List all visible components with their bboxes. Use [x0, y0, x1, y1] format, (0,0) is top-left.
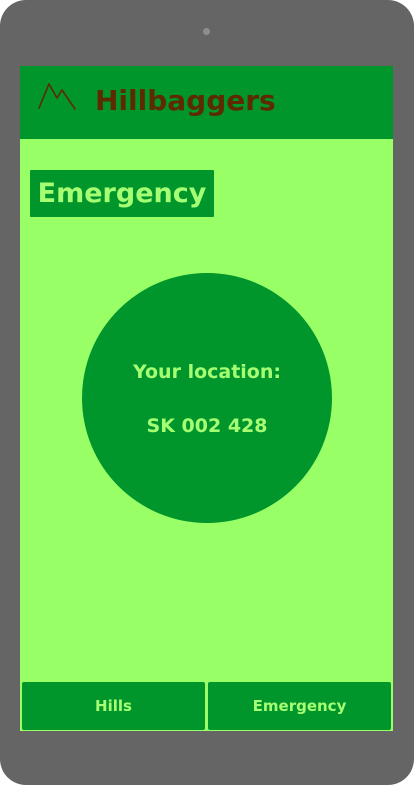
location-display: Your location: SK 002 428	[82, 273, 332, 523]
location-label: Your location:	[132, 361, 281, 383]
mountain-icon	[38, 80, 80, 112]
nav-hills-button[interactable]: Hills	[22, 682, 205, 730]
app-screen: Hillbaggers Emergency Your location: SK …	[20, 66, 393, 731]
app-title: Hillbaggers	[95, 84, 276, 117]
grid-reference-value: SK 002 428	[146, 415, 268, 437]
nav-emergency-button[interactable]: Emergency	[208, 682, 391, 730]
camera-dot	[203, 28, 210, 35]
device-frame: Hillbaggers Emergency Your location: SK …	[0, 0, 414, 785]
app-header: Hillbaggers	[20, 66, 393, 139]
bottom-nav: Hills Emergency	[20, 682, 393, 731]
page-title: Emergency	[30, 170, 214, 217]
